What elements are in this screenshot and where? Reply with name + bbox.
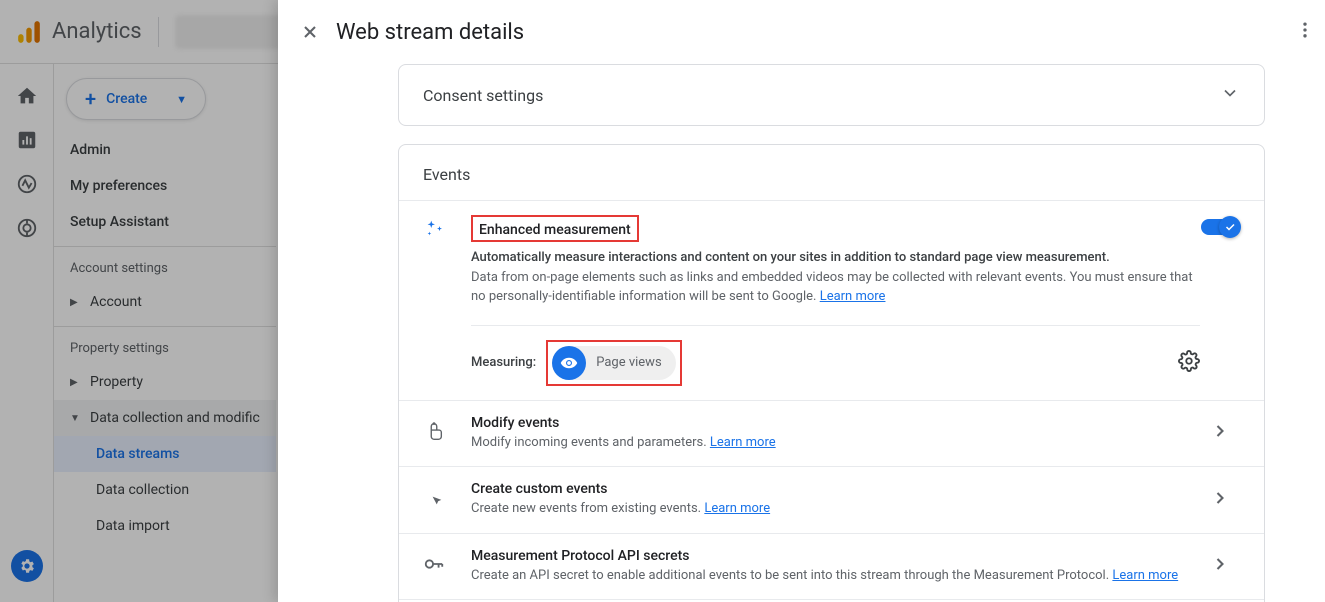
touch-icon xyxy=(423,427,445,446)
highlight-box: Enhanced measurement xyxy=(471,215,639,242)
web-stream-details-panel: Web stream details Consent settings Even… xyxy=(278,0,1325,602)
enhanced-desc-strong: Automatically measure interactions and c… xyxy=(471,250,1110,265)
consent-title: Consent settings xyxy=(423,86,543,105)
page-views-chip[interactable]: Page views xyxy=(552,346,675,380)
chip-label: Page views xyxy=(596,355,661,370)
custom-title: Create custom events xyxy=(471,481,1200,497)
learn-more-link[interactable]: Learn more xyxy=(704,501,770,516)
panel-header: Web stream details xyxy=(278,0,1325,64)
highlight-box: Page views xyxy=(546,340,681,386)
mpapi-title: Measurement Protocol API secrets xyxy=(471,548,1200,564)
measurement-protocol-row[interactable]: Measurement Protocol API secrets Create … xyxy=(399,533,1264,600)
events-card: Events Enhanced measurement Auto xyxy=(398,144,1265,602)
consent-settings-row[interactable]: Consent settings xyxy=(398,64,1265,126)
panel-title: Web stream details xyxy=(336,20,524,45)
chevron-right-icon xyxy=(1210,488,1230,512)
chevron-right-icon xyxy=(1210,554,1230,578)
modify-events-row[interactable]: Modify events Modify incoming events and… xyxy=(399,400,1264,467)
cursor-click-icon xyxy=(423,494,445,513)
enhanced-title: Enhanced measurement xyxy=(479,222,631,238)
create-custom-events-row[interactable]: Create custom events Create new events f… xyxy=(399,466,1264,533)
eye-icon xyxy=(552,346,586,380)
settings-gear-button[interactable] xyxy=(1178,350,1200,376)
close-button[interactable] xyxy=(298,20,322,44)
events-header: Events xyxy=(399,145,1264,194)
learn-more-link[interactable]: Learn more xyxy=(710,435,776,450)
more-options-button[interactable] xyxy=(1295,20,1315,44)
learn-more-link[interactable]: Learn more xyxy=(820,289,886,304)
modify-title: Modify events xyxy=(471,415,1200,431)
chevron-down-icon xyxy=(1220,83,1240,107)
learn-more-link[interactable]: Learn more xyxy=(1112,568,1178,583)
enhanced-measurement-row: Enhanced measurement Automatically measu… xyxy=(399,200,1264,400)
enhanced-measurement-toggle[interactable] xyxy=(1201,219,1239,235)
chevron-right-icon xyxy=(1210,421,1230,445)
sparkle-icon xyxy=(423,224,445,243)
measuring-label: Measuring: xyxy=(471,355,536,370)
key-icon xyxy=(423,560,445,579)
